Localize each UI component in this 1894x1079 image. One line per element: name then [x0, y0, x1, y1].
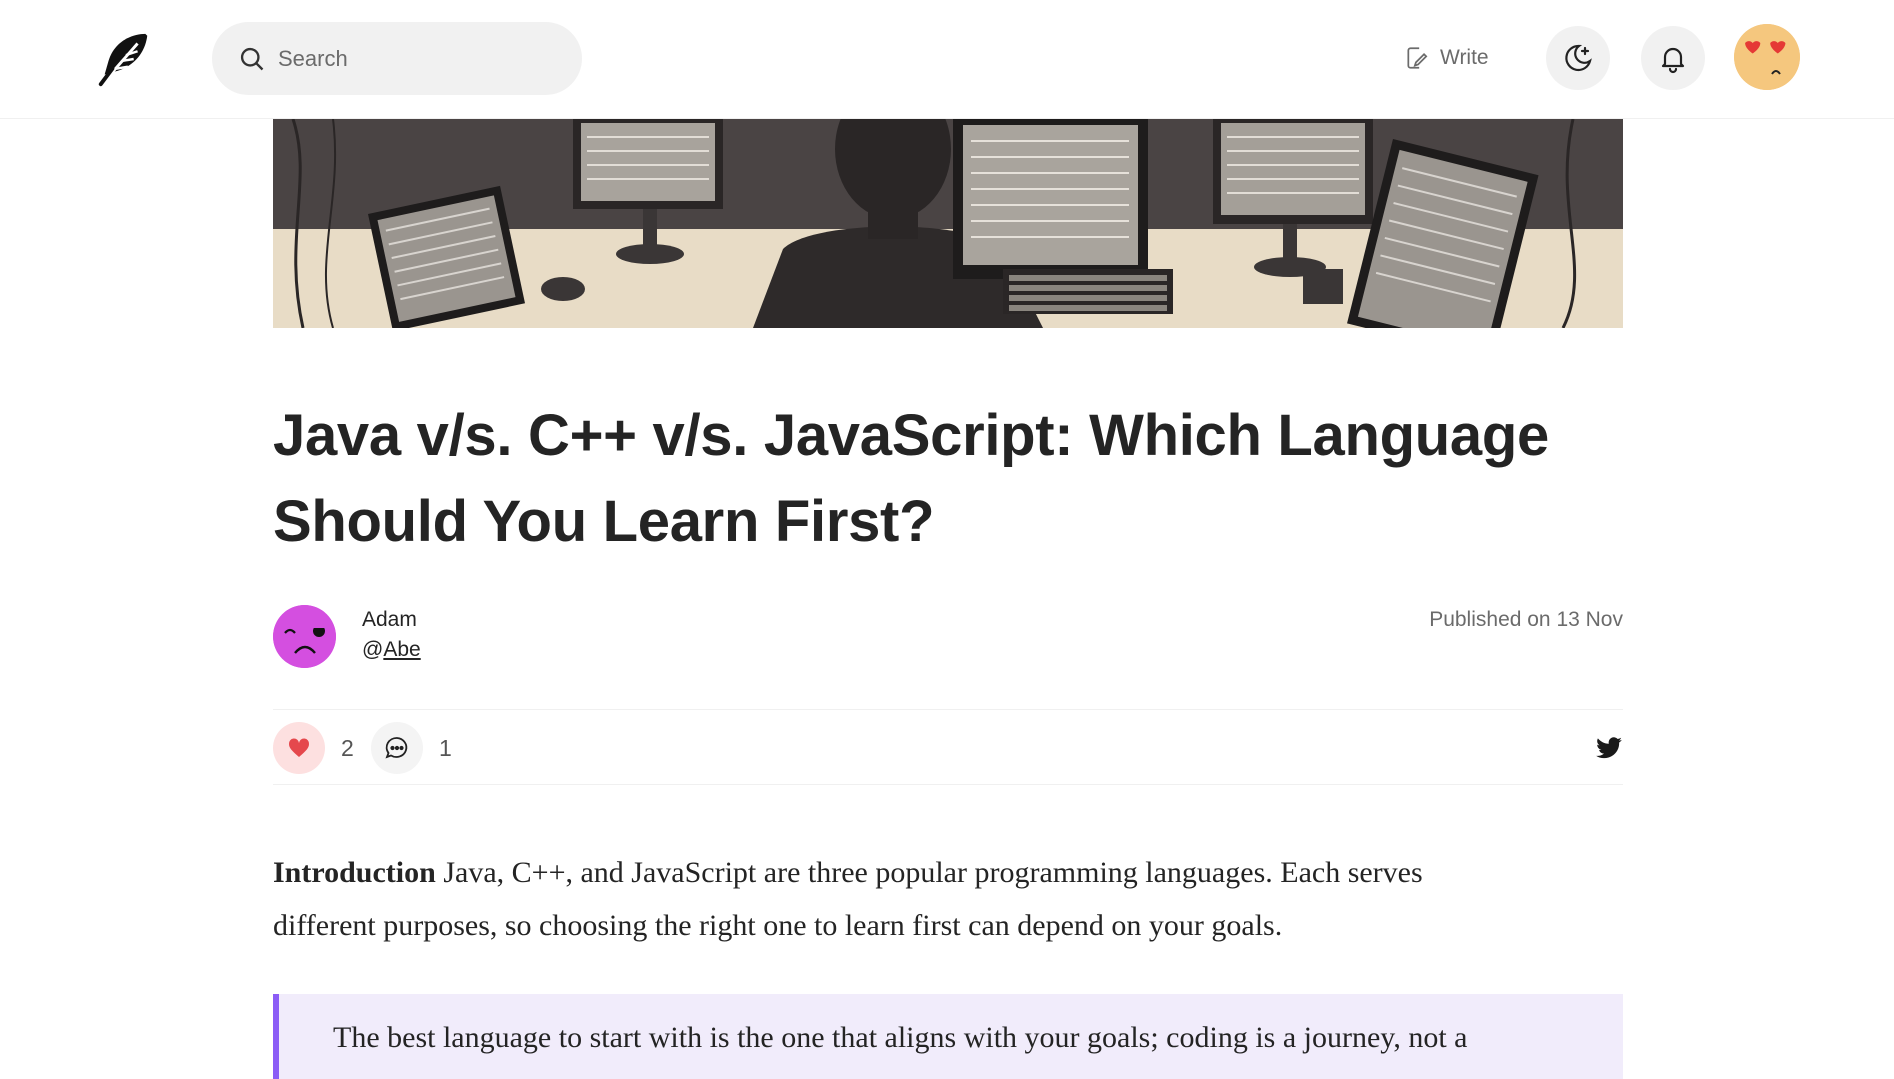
twitter-icon	[1596, 737, 1622, 759]
quote-text: The best language to start with is the o…	[333, 1021, 1468, 1054]
article-title: Java v/s. C++ v/s. JavaScript: Which Lan…	[273, 393, 1623, 565]
user-avatar[interactable]	[1734, 24, 1800, 90]
author-handle-link[interactable]: @Abe	[362, 638, 421, 662]
intro-paragraph: Introduction Java, C++, and JavaScript a…	[273, 846, 1623, 952]
edit-note-icon	[1407, 47, 1428, 69]
handle-prefix: @	[362, 638, 384, 661]
like-button[interactable]	[273, 722, 325, 774]
hero-image	[273, 119, 1623, 328]
theme-toggle-button[interactable]	[1546, 26, 1610, 90]
like-count: 2	[341, 735, 354, 761]
top-navbar: Write	[0, 0, 1894, 119]
moon-star-icon	[1565, 44, 1592, 72]
share-twitter-button[interactable]	[1595, 734, 1623, 762]
author-name: Adam	[362, 608, 417, 631]
intro-line-1: Java, C++, and JavaScript are three popu…	[435, 856, 1423, 889]
handle-text: Abe	[383, 638, 421, 661]
heart-icon	[288, 738, 310, 757]
winking-face-avatar-icon	[273, 605, 336, 668]
blockquote: The best language to start with is the o…	[273, 994, 1623, 1079]
search-icon	[240, 47, 264, 70]
notifications-button[interactable]	[1641, 26, 1705, 90]
comment-button[interactable]	[371, 722, 423, 774]
intro-heading: Introduction	[273, 856, 436, 889]
article-title-line-2: Should You Learn First?	[273, 489, 935, 554]
search-bar[interactable]	[212, 22, 582, 95]
bell-icon	[1661, 47, 1685, 74]
heart-eyes-emoji-icon	[1734, 24, 1800, 90]
write-label: Write	[1440, 46, 1489, 69]
search-input[interactable]	[278, 45, 558, 72]
published-date: Published on 13 Nov	[1429, 608, 1623, 631]
article-title-line-1: Java v/s. C++ v/s. JavaScript: Which Lan…	[273, 403, 1549, 468]
reaction-bar: 2 1	[273, 709, 1623, 785]
author-avatar[interactable]	[273, 605, 336, 668]
feather-logo-icon[interactable]	[93, 28, 155, 90]
comment-bubble-icon	[385, 737, 408, 759]
write-button[interactable]: Write	[1404, 38, 1489, 78]
intro-line-2: different purposes, so choosing the righ…	[273, 909, 1283, 942]
comment-count: 1	[439, 735, 452, 761]
